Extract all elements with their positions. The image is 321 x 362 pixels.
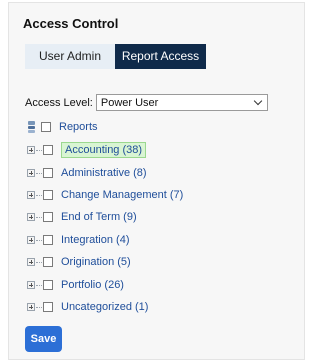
tree-item-label[interactable]: Accounting (38) (61, 142, 147, 158)
administrative-checkbox[interactable] (43, 168, 53, 178)
expand-plus-icon[interactable] (27, 146, 35, 154)
tree-item-label[interactable]: Origination (5) (61, 256, 131, 268)
access-level-row: Access Level: Power User (25, 94, 268, 111)
tree-item-accounting: Accounting (38) (25, 142, 147, 158)
reports-checkbox[interactable] (41, 122, 51, 132)
expand-plus-icon[interactable] (27, 281, 35, 289)
tree-item-administrative: Administrative (8) (25, 165, 147, 181)
tree-item-change-management: Change Management (7) (25, 187, 183, 203)
tree-item-label[interactable]: Uncategorized (1) (61, 301, 148, 313)
tree-connector (36, 261, 42, 263)
expand-plus-icon[interactable] (27, 191, 35, 199)
integration-checkbox[interactable] (43, 235, 53, 245)
save-button[interactable]: Save (25, 326, 62, 352)
tree-connector (36, 284, 42, 286)
tab-user-admin[interactable]: User Admin (25, 44, 115, 69)
tree-item-origination: Origination (5) (25, 254, 131, 270)
tree-root-reports: Reports (25, 119, 98, 135)
access-level-value: Power User (100, 96, 159, 109)
origination-checkbox[interactable] (43, 257, 53, 267)
tree-item-label[interactable]: Integration (4) (61, 234, 129, 246)
tree-item-portfolio: Portfolio (26) (25, 277, 124, 293)
panel-title: Access Control (23, 16, 119, 31)
tree-connector (36, 306, 42, 308)
access-level-select[interactable]: Power User (95, 94, 268, 111)
expand-plus-icon[interactable] (27, 236, 35, 244)
expand-plus-icon[interactable] (27, 169, 35, 177)
chevron-down-icon (253, 96, 263, 106)
tree-item-label[interactable]: Administrative (8) (61, 167, 147, 179)
end-of-term-checkbox[interactable] (43, 212, 53, 222)
tree-item-uncategorized: Uncategorized (1) (25, 299, 148, 315)
uncategorized-checkbox[interactable] (43, 302, 53, 312)
tab-report-access[interactable]: Report Access (115, 44, 206, 69)
portfolio-checkbox[interactable] (43, 280, 53, 290)
change-management-checkbox[interactable] (43, 190, 53, 200)
tree-item-end-of-term: End of Term (9) (25, 209, 137, 225)
tree-root-label[interactable]: Reports (59, 121, 98, 133)
expand-plus-icon[interactable] (27, 303, 35, 311)
tree-item-label[interactable]: End of Term (9) (61, 211, 137, 223)
access-control-panel: Access Control User Admin Report Access … (8, 2, 305, 360)
accounting-checkbox[interactable] (43, 145, 53, 155)
tree-connector (36, 172, 42, 174)
tree-connector (36, 149, 42, 151)
tree-connector (36, 239, 42, 241)
tree-item-integration: Integration (4) (25, 232, 129, 248)
access-level-label: Access Level: (25, 96, 93, 109)
tree-item-label[interactable]: Portfolio (26) (61, 279, 124, 291)
tree-item-label[interactable]: Change Management (7) (61, 189, 183, 201)
expand-plus-icon[interactable] (27, 258, 35, 266)
expand-plus-icon[interactable] (27, 213, 35, 221)
tree-connector (36, 216, 42, 218)
tab-bar: User Admin Report Access (25, 44, 206, 69)
reports-stack-icon (27, 121, 37, 133)
tree-connector (36, 194, 42, 196)
